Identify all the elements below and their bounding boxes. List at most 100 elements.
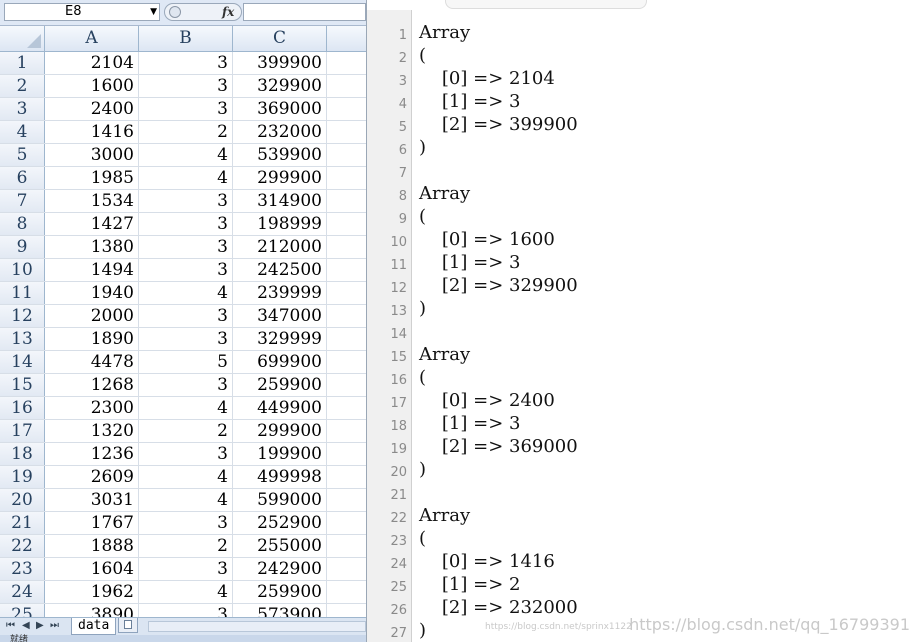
output-top-tab[interactable] (445, 0, 647, 9)
cell-d[interactable] (327, 489, 366, 511)
select-all-corner[interactable] (0, 26, 45, 51)
row-header[interactable]: 8 (0, 213, 45, 235)
next-sheet-icon[interactable]: ▶ (36, 619, 44, 633)
column-header-b[interactable]: B (139, 26, 233, 51)
cell-a[interactable]: 3031 (45, 489, 139, 511)
cell-c[interactable]: 299900 (233, 167, 327, 189)
cell-a[interactable]: 1236 (45, 443, 139, 465)
cell-a[interactable]: 1962 (45, 581, 139, 603)
row-header[interactable]: 15 (0, 374, 45, 396)
cell-d[interactable] (327, 98, 366, 120)
cell-c[interactable]: 259900 (233, 581, 327, 603)
row-header[interactable]: 6 (0, 167, 45, 189)
cell-c[interactable]: 252900 (233, 512, 327, 534)
cell-b[interactable]: 3 (139, 98, 233, 120)
cell-b[interactable]: 3 (139, 75, 233, 97)
cell-d[interactable] (327, 420, 366, 442)
cell-a[interactable]: 1888 (45, 535, 139, 557)
cell-c[interactable]: 198999 (233, 213, 327, 235)
cell-d[interactable] (327, 443, 366, 465)
cell-c[interactable]: 449900 (233, 397, 327, 419)
cell-a[interactable]: 1767 (45, 512, 139, 534)
cell-d[interactable] (327, 351, 366, 373)
cell-c[interactable]: 329900 (233, 75, 327, 97)
row-header[interactable]: 20 (0, 489, 45, 511)
cell-b[interactable]: 3 (139, 259, 233, 281)
row-header[interactable]: 1 (0, 52, 45, 74)
cell-b[interactable]: 3 (139, 52, 233, 74)
row-header[interactable]: 3 (0, 98, 45, 120)
cell-a[interactable]: 1600 (45, 75, 139, 97)
row-header[interactable]: 18 (0, 443, 45, 465)
cell-a[interactable]: 1380 (45, 236, 139, 258)
cell-c[interactable]: 369000 (233, 98, 327, 120)
row-header[interactable]: 5 (0, 144, 45, 166)
cell-c[interactable]: 199900 (233, 443, 327, 465)
cell-c[interactable]: 242900 (233, 558, 327, 580)
row-header[interactable]: 10 (0, 259, 45, 281)
cell-d[interactable] (327, 512, 366, 534)
cell-a[interactable]: 1416 (45, 121, 139, 143)
cell-c[interactable]: 242500 (233, 259, 327, 281)
cell-d[interactable] (327, 305, 366, 327)
cell-b[interactable]: 3 (139, 305, 233, 327)
cell-b[interactable]: 4 (139, 489, 233, 511)
row-header[interactable]: 19 (0, 466, 45, 488)
cell-a[interactable]: 1268 (45, 374, 139, 396)
cell-a[interactable]: 1890 (45, 328, 139, 350)
row-header[interactable]: 14 (0, 351, 45, 373)
cell-b[interactable]: 3 (139, 558, 233, 580)
cell-d[interactable] (327, 75, 366, 97)
cell-a[interactable]: 1534 (45, 190, 139, 212)
cell-b[interactable]: 2 (139, 121, 233, 143)
row-header[interactable]: 24 (0, 581, 45, 603)
cell-c[interactable]: 239999 (233, 282, 327, 304)
cell-b[interactable]: 3 (139, 443, 233, 465)
cell-c[interactable]: 314900 (233, 190, 327, 212)
cell-a[interactable]: 1494 (45, 259, 139, 281)
chevron-down-icon[interactable]: ▼ (150, 4, 157, 20)
cell-d[interactable] (327, 374, 366, 396)
cell-b[interactable]: 3 (139, 213, 233, 235)
cell-a[interactable]: 2300 (45, 397, 139, 419)
cell-b[interactable]: 3 (139, 236, 233, 258)
cell-c[interactable]: 255000 (233, 535, 327, 557)
cell-b[interactable]: 3 (139, 328, 233, 350)
cell-b[interactable]: 2 (139, 420, 233, 442)
cell-a[interactable]: 2400 (45, 98, 139, 120)
cell-a[interactable]: 1940 (45, 282, 139, 304)
row-header[interactable]: 7 (0, 190, 45, 212)
cell-c[interactable]: 232000 (233, 121, 327, 143)
column-header-d[interactable] (327, 26, 366, 51)
cell-d[interactable] (327, 535, 366, 557)
formula-input[interactable] (243, 3, 366, 21)
cell-d[interactable] (327, 466, 366, 488)
cell-b[interactable]: 4 (139, 397, 233, 419)
cell-d[interactable] (327, 167, 366, 189)
row-header[interactable]: 23 (0, 558, 45, 580)
cell-c[interactable]: 539900 (233, 144, 327, 166)
cell-a[interactable]: 2000 (45, 305, 139, 327)
cell-a[interactable]: 1604 (45, 558, 139, 580)
cell-b[interactable]: 4 (139, 466, 233, 488)
cell-c[interactable]: 329999 (233, 328, 327, 350)
cell-b[interactable]: 3 (139, 374, 233, 396)
row-header[interactable]: 17 (0, 420, 45, 442)
cell-c[interactable]: 599000 (233, 489, 327, 511)
cell-c[interactable]: 299900 (233, 420, 327, 442)
row-header[interactable]: 16 (0, 397, 45, 419)
cell-b[interactable]: 4 (139, 581, 233, 603)
cell-a[interactable]: 3000 (45, 144, 139, 166)
cell-d[interactable] (327, 259, 366, 281)
cell-d[interactable] (327, 121, 366, 143)
insert-function-icon[interactable]: fx (222, 4, 234, 20)
cell-c[interactable]: 699900 (233, 351, 327, 373)
cell-b[interactable]: 5 (139, 351, 233, 373)
cell-d[interactable] (327, 144, 366, 166)
cell-d[interactable] (327, 397, 366, 419)
row-header[interactable]: 22 (0, 535, 45, 557)
cell-a[interactable]: 4478 (45, 351, 139, 373)
name-box[interactable]: E8 ▼ (4, 3, 160, 21)
cell-a[interactable]: 1427 (45, 213, 139, 235)
cell-c[interactable]: 399900 (233, 52, 327, 74)
